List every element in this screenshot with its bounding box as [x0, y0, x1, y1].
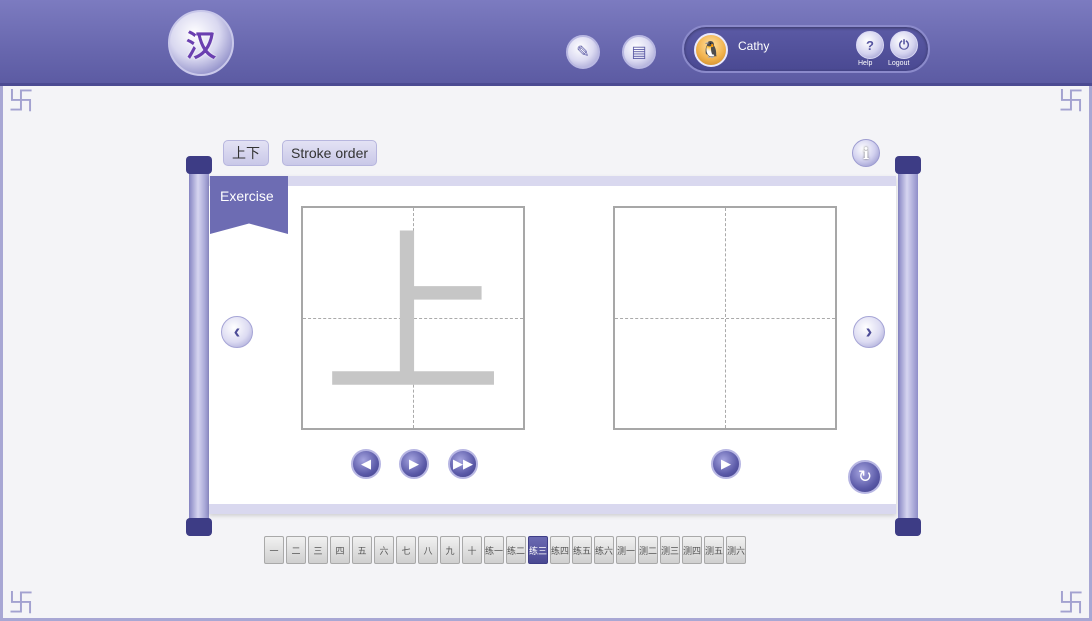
stroke-tile[interactable]: 练一	[484, 536, 504, 564]
practice-writing-grid[interactable]	[613, 206, 837, 430]
play-icon: ▶	[409, 456, 419, 471]
app-header: 汉 ✎ ▤ 🐧 Cathy ? Help ⏻ Logout	[0, 0, 1092, 86]
next-character-button[interactable]: ›	[853, 316, 885, 348]
stroke-tile[interactable]: 三	[308, 536, 328, 564]
corner-ornament-icon: 卐	[1057, 87, 1084, 117]
arrow-left-icon: ◀	[361, 456, 371, 471]
practice-play-button[interactable]: ▶	[711, 449, 741, 479]
corner-ornament-icon: 卐	[7, 589, 34, 619]
replay-button[interactable]: ↻	[848, 460, 882, 494]
stroke-tile[interactable]: 八	[418, 536, 438, 564]
replay-icon: ↻	[857, 467, 873, 486]
exercise-label: Exercise	[220, 188, 274, 204]
logo-glyph: 汉	[186, 29, 216, 64]
stroke-tile[interactable]: 十	[462, 536, 482, 564]
play-stroke-order-button[interactable]: ▶	[399, 449, 429, 479]
stroke-tile[interactable]: 练六	[594, 536, 614, 564]
grid-guide-horizontal	[615, 318, 835, 319]
notebook-icon[interactable]: ▤	[622, 35, 656, 69]
stroke-tile[interactable]: 二	[286, 536, 306, 564]
previous-stroke-button[interactable]: ◀	[351, 449, 381, 479]
penguin-avatar-icon[interactable]: 🐧	[694, 33, 728, 67]
stroke-tile[interactable]: 练二	[506, 536, 526, 564]
stroke-tile[interactable]: 一	[264, 536, 284, 564]
write-practice-icon[interactable]: ✎	[566, 35, 600, 69]
stroke-tile[interactable]: 练三	[528, 536, 548, 564]
stroke-tile-bar: 一二三四五六七八九十练一 练二 练三 练四 练五 练六 测一 测二 测三 测四 测五 测六	[264, 536, 746, 564]
play-icon: ▶	[721, 456, 731, 471]
previous-character-button[interactable]: ‹	[221, 316, 253, 348]
stroke-tile[interactable]: 测五	[704, 536, 724, 564]
stroke-tile[interactable]: 练五	[572, 536, 592, 564]
rod-cap	[895, 156, 921, 174]
info-button[interactable]: i	[852, 139, 880, 167]
corner-ornament-icon: 卐	[1057, 589, 1084, 619]
rod-cap	[895, 518, 921, 536]
help-button[interactable]: ?	[856, 31, 884, 59]
stroke-order-tab[interactable]: Stroke order	[282, 140, 378, 166]
app-logo[interactable]: 汉	[168, 10, 234, 76]
stroke-tile[interactable]: 五	[352, 536, 372, 564]
help-label: Help	[858, 60, 873, 67]
model-character-grid: 上	[301, 206, 525, 430]
stroke-tile[interactable]: 测二	[638, 536, 658, 564]
user-panel: 🐧 Cathy ? Help ⏻ Logout	[682, 25, 930, 73]
rod-cap	[186, 518, 212, 536]
chevron-right-icon: ›	[865, 320, 873, 343]
arrow-right-icon: ▶▶	[453, 456, 473, 471]
corner-ornament-icon: 卐	[7, 87, 34, 117]
model-character: 上	[322, 213, 503, 422]
stroke-tile[interactable]: 测四	[682, 536, 702, 564]
stroke-tile[interactable]: 测三	[660, 536, 680, 564]
character-tab[interactable]: 上下	[223, 140, 269, 166]
chevron-left-icon: ‹	[233, 320, 241, 343]
logout-button[interactable]: ⏻	[890, 31, 918, 59]
scroll-rod-left	[189, 160, 209, 536]
stroke-tile[interactable]: 四	[330, 536, 350, 564]
scroll-rod-right	[898, 160, 918, 536]
next-stroke-button[interactable]: ▶▶	[448, 449, 478, 479]
stroke-order-label: Stroke order	[291, 145, 369, 161]
stroke-tile[interactable]: 七	[396, 536, 416, 564]
username: Cathy	[738, 39, 770, 53]
stroke-tile[interactable]: 测六	[726, 536, 746, 564]
logout-label: Logout	[888, 60, 910, 67]
stroke-tile[interactable]: 六	[374, 536, 394, 564]
info-icon: i	[862, 143, 870, 163]
character-tab-label: 上下	[232, 145, 260, 161]
stroke-tile[interactable]: 练四	[550, 536, 570, 564]
rod-cap	[186, 156, 212, 174]
stroke-tile[interactable]: 九	[440, 536, 460, 564]
stroke-tile[interactable]: 测一	[616, 536, 636, 564]
